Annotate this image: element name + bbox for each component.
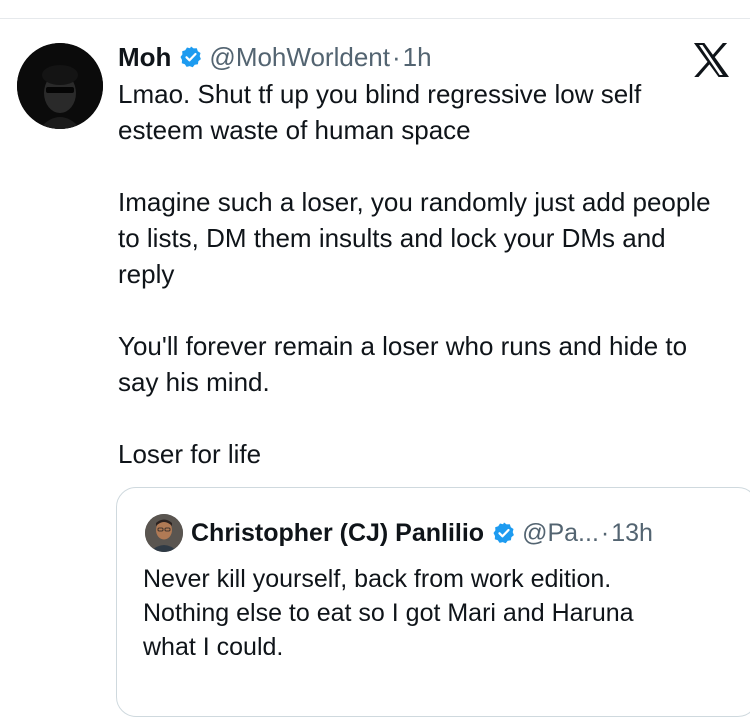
verified-badge-icon [493, 522, 514, 544]
quoted-tweet-body: Never kill yourself, back from work edit… [143, 565, 634, 661]
quoted-tweet-card[interactable]: Christopher (CJ) Panlilio @Pa... · 13h N… [116, 487, 750, 717]
quoted-author-handle[interactable]: @Pa... [522, 519, 599, 548]
tweet-time[interactable]: 1h [403, 42, 432, 73]
author-handle[interactable]: @MohWorldent [209, 42, 390, 73]
avatar-image [17, 43, 103, 129]
author-name[interactable]: Moh [118, 42, 171, 73]
tweet-body: Lmao. Shut tf up you blind regressive lo… [118, 76, 718, 472]
verified-badge-icon [180, 46, 202, 68]
x-logo-icon [693, 42, 729, 78]
tweet-paragraph: You'll forever remain a loser who runs a… [118, 331, 688, 397]
tweet-paragraph: Imagine such a loser, you randomly just … [118, 187, 711, 289]
quoted-avatar-image [145, 514, 183, 552]
tweet-paragraph: Loser for life [118, 439, 262, 469]
quoted-tweet-time[interactable]: 13h [611, 519, 653, 548]
tweet-paragraph: Lmao. Shut tf up you blind regressive lo… [118, 79, 642, 145]
top-divider [0, 18, 750, 19]
quoted-tweet-header: Christopher (CJ) Panlilio @Pa... · 13h [191, 514, 653, 552]
quoted-author-avatar[interactable] [145, 514, 183, 552]
separator-dot: · [391, 41, 401, 72]
tweet-header: Moh @MohWorldent · 1h [118, 40, 432, 74]
author-avatar[interactable] [17, 43, 103, 129]
quoted-author-name[interactable]: Christopher (CJ) Panlilio [191, 519, 484, 548]
separator-dot: · [600, 518, 610, 547]
